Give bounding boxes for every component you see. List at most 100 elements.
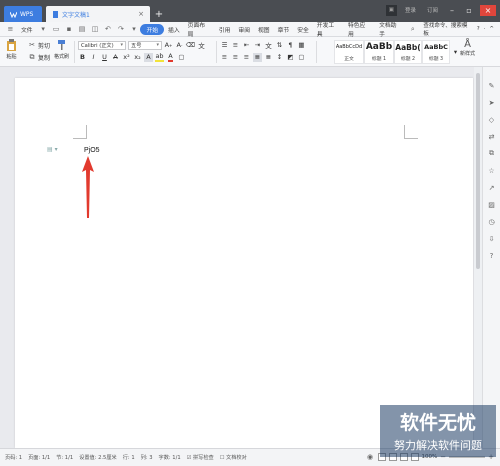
- menu-insert[interactable]: 插入: [164, 24, 184, 35]
- chinese-layout-icon[interactable]: 文: [264, 41, 273, 50]
- justify-icon[interactable]: ≣: [253, 52, 262, 62]
- spell-check-button[interactable]: ☑ 拼写检查: [187, 454, 214, 461]
- increase-indent-icon[interactable]: ⇥: [253, 41, 262, 50]
- share-icon[interactable]: ↗: [487, 183, 496, 192]
- underline-icon[interactable]: U: [100, 53, 109, 62]
- status-pages: 页面: 1/1: [28, 455, 51, 461]
- tab-close-icon[interactable]: ×: [138, 10, 144, 18]
- new-tab-button[interactable]: +: [152, 6, 166, 22]
- close-window-icon[interactable]: ×: [480, 4, 496, 16]
- menu-security[interactable]: 安全: [293, 24, 313, 35]
- print-preview-icon[interactable]: ◫: [91, 25, 100, 34]
- paragraph-handle[interactable]: ▤ ▾: [47, 146, 58, 153]
- login-button[interactable]: 登录: [402, 5, 419, 16]
- style-heading-3[interactable]: AaBbC 标题 3: [422, 40, 450, 64]
- shape-icon[interactable]: ◇: [487, 115, 496, 124]
- style-heading-2[interactable]: AaBb( 标题 2: [394, 40, 422, 64]
- maximize-icon[interactable]: ▫: [463, 5, 475, 16]
- align-center-icon[interactable]: ≡: [231, 53, 240, 62]
- subscribe-button[interactable]: 订阅: [424, 5, 441, 16]
- numbering-icon[interactable]: ≡: [231, 41, 240, 50]
- bold-icon[interactable]: B: [78, 53, 87, 62]
- pencil-icon[interactable]: ✎: [487, 81, 496, 90]
- style-gallery-more-icon[interactable]: ▾: [451, 47, 460, 56]
- customize-icon[interactable]: ▾: [129, 25, 138, 34]
- doc-proofread-button[interactable]: ☐ 文档校对: [220, 454, 247, 461]
- chevron-down-icon: ▾: [156, 42, 159, 48]
- menu-developer[interactable]: 开发工具: [313, 23, 344, 38]
- copy-button[interactable]: ⧉ 复制: [28, 51, 51, 63]
- scrollbar-thumb[interactable]: [476, 73, 480, 269]
- help-circle-icon[interactable]: ?: [487, 251, 496, 260]
- borders-icon[interactable]: ▢: [297, 53, 306, 62]
- save-icon[interactable]: ▪: [65, 25, 74, 34]
- paste-button[interactable]: 粘贴: [6, 39, 17, 60]
- status-word-count[interactable]: 字数: 1/1: [159, 454, 181, 461]
- collapse-ribbon-icon[interactable]: ^: [489, 26, 494, 32]
- minimize-icon[interactable]: –: [446, 5, 458, 16]
- grow-font-icon[interactable]: A +: [164, 41, 173, 50]
- align-left-icon[interactable]: ≡: [220, 53, 229, 62]
- cursor-icon[interactable]: ➤: [487, 98, 496, 107]
- open-folder-icon[interactable]: ▭: [52, 25, 61, 34]
- font-name-select[interactable]: Calibri (正文) ▾: [78, 40, 126, 50]
- style-heading-1[interactable]: AaBb 标题 1: [364, 40, 394, 64]
- char-shading-icon[interactable]: A: [144, 52, 153, 62]
- undo-icon[interactable]: ↶: [104, 25, 113, 34]
- vertical-scrollbar[interactable]: [474, 67, 482, 448]
- menu-special-apps[interactable]: 特色应用: [344, 23, 375, 38]
- menu-page-layout[interactable]: 页面布局: [184, 23, 215, 38]
- help-icon[interactable]: ?: [477, 26, 480, 32]
- skin-icon[interactable]: ▣: [385, 4, 397, 16]
- dropdown-icon[interactable]: ▾: [39, 25, 48, 34]
- clear-format-icon[interactable]: ⌫: [186, 41, 195, 50]
- document-body-text[interactable]: PjO5: [84, 147, 100, 154]
- print-icon[interactable]: ▤: [78, 25, 87, 34]
- hamburger-icon[interactable]: ≡: [6, 25, 15, 34]
- font-color-icon[interactable]: A: [166, 52, 175, 62]
- command-search[interactable]: 查找命令、搜索模板: [423, 21, 472, 37]
- more-icon[interactable]: ·: [484, 26, 486, 32]
- style-normal[interactable]: AaBbCcDd 正文: [334, 40, 364, 64]
- sort-icon[interactable]: ⇅: [275, 41, 284, 50]
- char-border-icon[interactable]: ▢: [177, 53, 186, 62]
- table-icon[interactable]: ▦: [297, 41, 306, 50]
- menu-references[interactable]: 引用: [215, 24, 235, 35]
- shrink-font-icon[interactable]: A-: [175, 41, 184, 50]
- shading-icon[interactable]: ◩: [286, 53, 295, 62]
- format-painter-button[interactable]: 格式刷: [54, 39, 69, 60]
- menu-section[interactable]: 章节: [274, 24, 294, 35]
- distribute-icon[interactable]: ≣: [264, 53, 273, 62]
- bullets-icon[interactable]: ☰: [220, 41, 229, 50]
- download-icon[interactable]: ⇩: [487, 234, 496, 243]
- tab-document[interactable]: 文字文稿1 ×: [46, 6, 150, 22]
- history-icon[interactable]: ◷: [487, 217, 496, 226]
- align-right-icon[interactable]: ≡: [242, 53, 251, 62]
- decrease-indent-icon[interactable]: ⇤: [242, 41, 251, 50]
- document-page[interactable]: ▤ ▾ PjO5: [15, 78, 473, 448]
- tab-wps-home[interactable]: WPS: [4, 6, 42, 22]
- watermark-logo: 软件无忧 努力解决软件问题: [380, 405, 496, 457]
- font-size-select[interactable]: 五号 ▾: [128, 40, 162, 50]
- highlight-icon[interactable]: ab: [155, 52, 164, 62]
- cut-button[interactable]: ✂ 剪切: [28, 39, 50, 51]
- pinyin-icon[interactable]: 文: [197, 41, 206, 50]
- redo-icon[interactable]: ↷: [116, 25, 125, 34]
- menu-review[interactable]: 审阅: [234, 24, 254, 35]
- eye-icon[interactable]: ◉: [366, 452, 375, 461]
- copy-panel-icon[interactable]: ⧉: [487, 149, 496, 158]
- menu-file[interactable]: 文件: [17, 24, 37, 35]
- star-icon[interactable]: ☆: [487, 166, 496, 175]
- show-marks-icon[interactable]: ¶: [286, 41, 295, 50]
- superscript-icon[interactable]: x²: [122, 53, 131, 62]
- menu-view[interactable]: 视图: [254, 24, 274, 35]
- line-spacing-icon[interactable]: ↕: [275, 53, 284, 62]
- menu-doc-assistant[interactable]: 文档助手: [375, 23, 406, 38]
- subscript-icon[interactable]: x₂: [133, 53, 142, 62]
- menu-home[interactable]: 开始: [140, 23, 165, 35]
- new-style-button[interactable]: Å 新样式: [460, 39, 475, 57]
- strikethrough-icon[interactable]: A: [111, 53, 120, 62]
- style-set-icon[interactable]: ⇄: [487, 132, 496, 141]
- image-icon[interactable]: ▨: [487, 200, 496, 209]
- italic-icon[interactable]: I: [89, 53, 98, 62]
